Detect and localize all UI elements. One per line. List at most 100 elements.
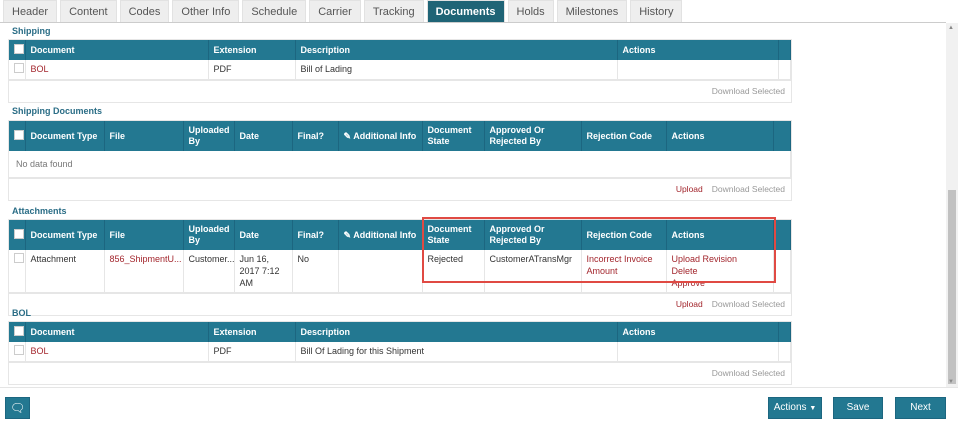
col-rejection-code: Rejection Code bbox=[581, 220, 667, 250]
document-type-cell: Attachment bbox=[25, 250, 105, 294]
col-uploaded-by: Uploaded By bbox=[183, 121, 235, 151]
approved-by-cell: CustomerATransMgr bbox=[484, 250, 582, 294]
col-date: Date bbox=[234, 121, 293, 151]
footer-bar: 🗨 Actions ▼ Save Next bbox=[0, 387, 958, 423]
select-all-checkbox[interactable] bbox=[9, 220, 26, 250]
chat-button[interactable]: 🗨 bbox=[5, 397, 30, 419]
approve-link[interactable]: Approve bbox=[672, 278, 706, 288]
shipping-panel: Document Extension Description Actions BOL P… bbox=[8, 39, 792, 103]
tab-carrier[interactable]: Carrier bbox=[309, 0, 361, 22]
upload-link[interactable]: Upload bbox=[676, 299, 703, 309]
description-cell: Bill Of Lading for this Shipment bbox=[295, 342, 618, 363]
col-file: File bbox=[104, 220, 184, 250]
col-actions: Actions bbox=[617, 40, 779, 60]
extension-cell: PDF bbox=[208, 60, 296, 81]
tab-milestones[interactable]: Milestones bbox=[556, 0, 628, 22]
col-document-state: Document State bbox=[422, 121, 485, 151]
col-date: Date bbox=[234, 220, 293, 250]
rejection-code-link[interactable]: Incorrect Invoice Amount bbox=[587, 254, 653, 276]
select-all-checkbox[interactable] bbox=[9, 40, 26, 60]
empty-message: No data found bbox=[9, 151, 791, 179]
chat-icon: 🗨 bbox=[9, 401, 26, 415]
shipping-table: Document Extension Description Actions BOL P… bbox=[9, 40, 791, 81]
tab-other-info[interactable]: Other Info bbox=[172, 0, 240, 22]
col-extension: Extension bbox=[208, 40, 296, 60]
col-document-type: Document Type bbox=[25, 121, 105, 151]
next-button[interactable]: Next bbox=[895, 397, 946, 419]
bol-table: Document Extension Description Actions BOL P… bbox=[9, 322, 791, 363]
col-extension: Extension bbox=[208, 322, 296, 342]
shipping-documents-table: Document Type File Uploaded By Date Fina… bbox=[9, 121, 791, 179]
col-approved-by: Approved Or Rejected By bbox=[484, 121, 582, 151]
col-document-type: Document Type bbox=[25, 220, 105, 250]
tab-history[interactable]: History bbox=[630, 0, 683, 22]
tab-schedule[interactable]: Schedule bbox=[242, 0, 307, 22]
delete-link[interactable]: Delete bbox=[672, 266, 698, 276]
download-selected-link[interactable]: Download Selected bbox=[712, 368, 785, 378]
download-selected-link[interactable]: Download Selected bbox=[712, 86, 785, 96]
scroll-down-icon[interactable]: ▼ bbox=[948, 379, 954, 385]
table-row: BOL PDF Bill Of Lading for this Shipment bbox=[9, 342, 791, 363]
table-row: BOL PDF Bill of Lading bbox=[9, 60, 791, 81]
tab-content[interactable]: Content bbox=[60, 0, 117, 22]
save-button[interactable]: Save bbox=[833, 397, 883, 419]
attachments-table: Document Type File Uploaded By Date Fina… bbox=[9, 220, 791, 294]
col-approved-by: Approved Or Rejected By bbox=[484, 220, 582, 250]
col-file: File bbox=[104, 121, 184, 151]
col-actions: Actions bbox=[617, 322, 779, 342]
select-all-checkbox[interactable] bbox=[9, 322, 26, 342]
upload-revision-link[interactable]: Upload Revision bbox=[672, 254, 738, 264]
vertical-scrollbar[interactable]: ▲ ▼ bbox=[946, 23, 958, 387]
col-additional-info: ✎ Additional Info bbox=[338, 121, 423, 151]
col-uploaded-by: Uploaded By bbox=[183, 220, 235, 250]
tab-header[interactable]: Header bbox=[3, 0, 58, 22]
document-link[interactable]: BOL bbox=[31, 64, 49, 74]
shipping-documents-panel: Document Type File Uploaded By Date Fina… bbox=[8, 120, 792, 201]
col-document: Document bbox=[25, 322, 209, 342]
tab-tracking[interactable]: Tracking bbox=[363, 0, 424, 22]
tab-bar: Header Content Codes Other Info Schedule… bbox=[0, 0, 946, 23]
scroll-up-icon[interactable]: ▲ bbox=[948, 25, 954, 31]
upload-link[interactable]: Upload bbox=[676, 184, 703, 194]
col-additional-info: ✎ Additional Info bbox=[338, 220, 423, 250]
table-row: Attachment 856_ShipmentU... Customer... … bbox=[9, 250, 791, 294]
col-description: Description bbox=[295, 40, 618, 60]
shipping-title: Shipping bbox=[12, 26, 51, 36]
date-cell: Jun 16, 2017 7:12 AM bbox=[234, 250, 293, 294]
download-selected-link[interactable]: Download Selected bbox=[712, 184, 785, 194]
document-state-cell: Rejected bbox=[422, 250, 485, 294]
extension-cell: PDF bbox=[208, 342, 296, 363]
additional-info-cell bbox=[338, 250, 423, 294]
pencil-icon: ✎ bbox=[343, 229, 352, 240]
bol-title: BOL bbox=[12, 308, 31, 318]
pencil-icon: ✎ bbox=[343, 130, 352, 141]
col-final: Final? bbox=[292, 121, 339, 151]
row-checkbox[interactable] bbox=[9, 250, 26, 294]
download-selected-link[interactable]: Download Selected bbox=[712, 299, 785, 309]
actions-button[interactable]: Actions ▼ bbox=[768, 397, 822, 419]
scrollbar-thumb[interactable] bbox=[948, 190, 956, 384]
col-document: Document bbox=[25, 40, 209, 60]
file-link[interactable]: 856_ShipmentU... bbox=[110, 254, 182, 264]
tab-documents[interactable]: Documents bbox=[426, 0, 505, 22]
col-description: Description bbox=[295, 322, 618, 342]
attachments-title: Attachments bbox=[12, 206, 67, 216]
attachments-panel: Document Type File Uploaded By Date Fina… bbox=[8, 219, 792, 316]
col-document-state: Document State bbox=[422, 220, 485, 250]
select-all-checkbox[interactable] bbox=[9, 121, 26, 151]
row-checkbox[interactable] bbox=[9, 342, 26, 363]
col-rejection-code: Rejection Code bbox=[581, 121, 667, 151]
col-actions: Actions bbox=[666, 220, 774, 250]
tab-holds[interactable]: Holds bbox=[507, 0, 554, 22]
col-final: Final? bbox=[292, 220, 339, 250]
caret-down-icon: ▼ bbox=[809, 405, 817, 412]
shipping-documents-title: Shipping Documents bbox=[12, 106, 102, 116]
final-cell: No bbox=[292, 250, 339, 294]
document-link[interactable]: BOL bbox=[31, 346, 49, 356]
tab-codes[interactable]: Codes bbox=[119, 0, 170, 22]
uploaded-by-cell: Customer... bbox=[183, 250, 235, 294]
bol-panel: Document Extension Description Actions BOL P… bbox=[8, 321, 792, 385]
row-checkbox[interactable] bbox=[9, 60, 26, 81]
col-actions: Actions bbox=[666, 121, 774, 151]
description-cell: Bill of Lading bbox=[295, 60, 618, 81]
